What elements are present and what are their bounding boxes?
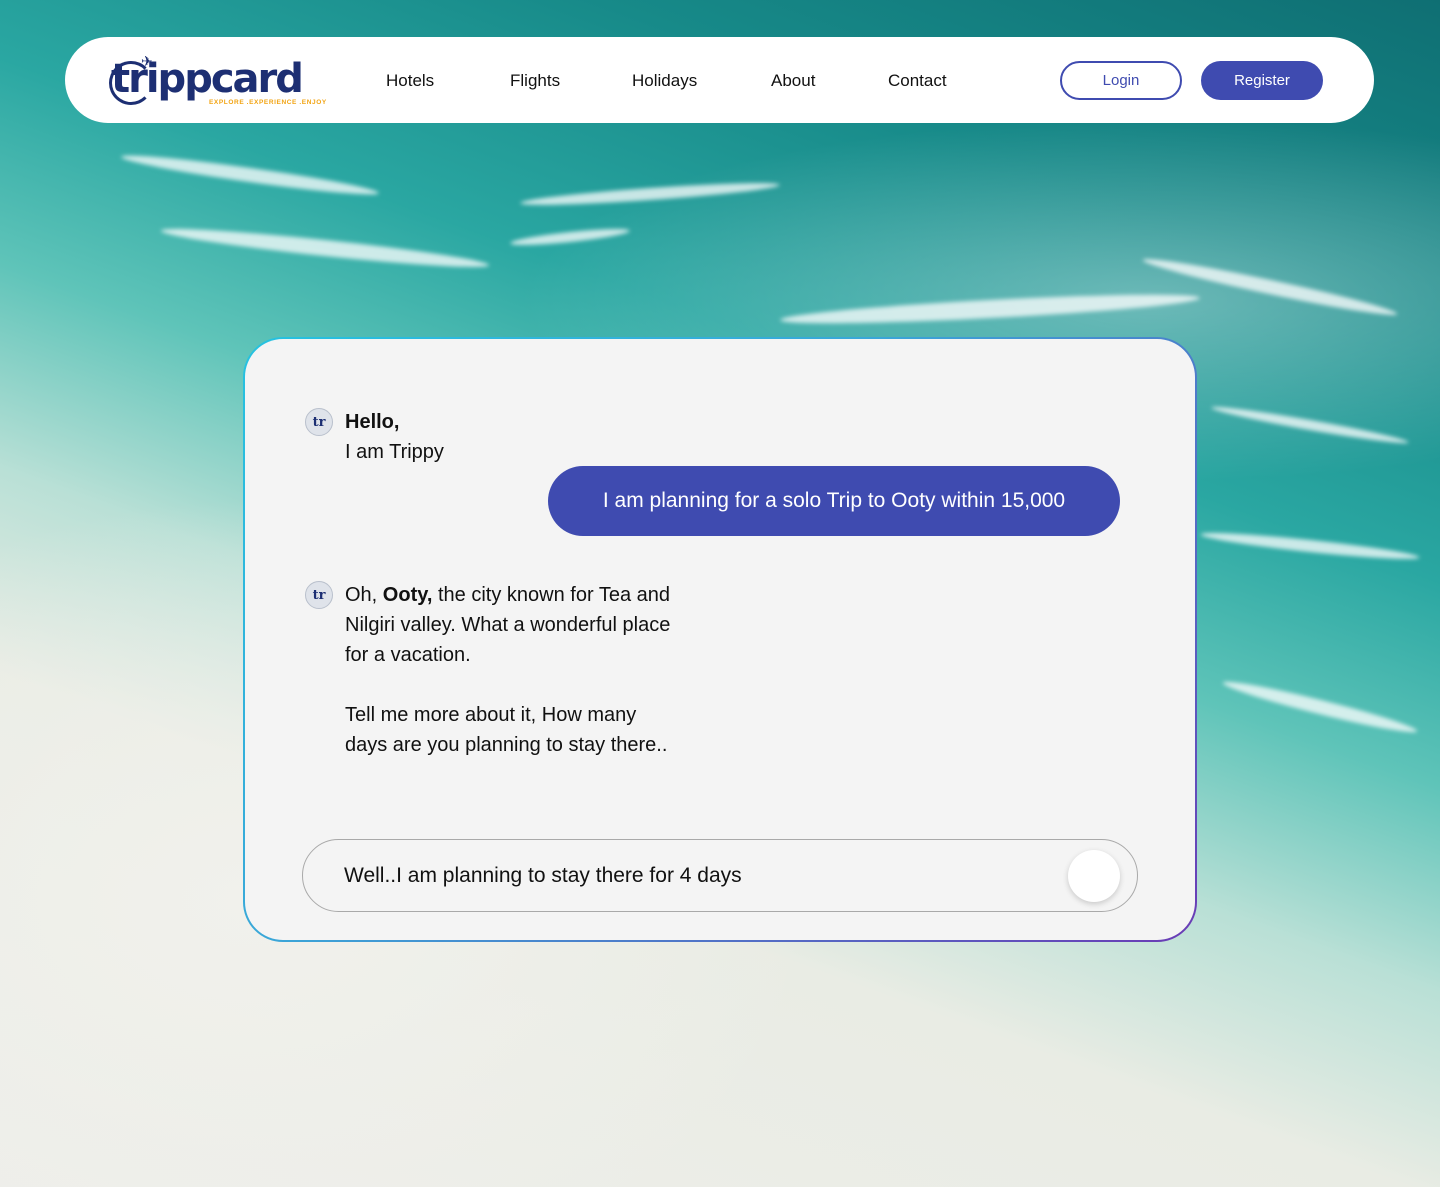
nav-link-holidays[interactable]: Holidays: [632, 71, 697, 91]
nav-link-hotels[interactable]: Hotels: [386, 71, 434, 91]
reply-line: for a vacation.: [345, 644, 471, 666]
user-message-bubble: I am planning for a solo Trip to Ooty wi…: [548, 466, 1120, 536]
bot-greeting: Hello, I am Trippy: [345, 407, 444, 467]
logo-wordmark: trippcard: [111, 56, 304, 102]
send-icon[interactable]: [1068, 850, 1120, 902]
chat-input[interactable]: [344, 840, 1044, 911]
greeting-title: Hello,: [345, 411, 400, 433]
register-button[interactable]: Register: [1201, 61, 1323, 100]
greeting-line: I am Trippy: [345, 441, 444, 463]
nav-link-flights[interactable]: Flights: [510, 71, 560, 91]
chat-input-box: [302, 839, 1138, 912]
trippcard-logo[interactable]: ✈ trippcard EXPLORE .EXPERIENCE .ENJOY: [109, 53, 326, 109]
top-navbar: ✈ trippcard EXPLORE .EXPERIENCE .ENJOY H…: [65, 37, 1374, 123]
nav-link-about[interactable]: About: [771, 71, 815, 91]
trippy-avatar-icon: tr: [305, 581, 333, 609]
reply-line: days are you planning to stay there..: [345, 734, 668, 756]
reply-prefix: Oh,: [345, 584, 383, 606]
logo-tagline: EXPLORE .EXPERIENCE .ENJOY: [209, 99, 327, 106]
chat-panel-border: tr Hello, I am Trippy I am planning for …: [243, 337, 1197, 942]
reply-line: Nilgiri valley. What a wonderful place: [345, 614, 671, 636]
trippy-avatar-icon: tr: [305, 408, 333, 436]
reply-line: Tell me more about it, How many: [345, 704, 637, 726]
reply-bold-city: Ooty,: [382, 584, 433, 606]
login-button[interactable]: Login: [1060, 61, 1182, 100]
bot-reply: Oh, Ooty, the city known for Tea and Nil…: [345, 580, 670, 760]
reply-rest: the city known for Tea and: [432, 584, 670, 606]
nav-link-contact[interactable]: Contact: [888, 71, 947, 91]
chat-panel: tr Hello, I am Trippy I am planning for …: [245, 339, 1195, 940]
